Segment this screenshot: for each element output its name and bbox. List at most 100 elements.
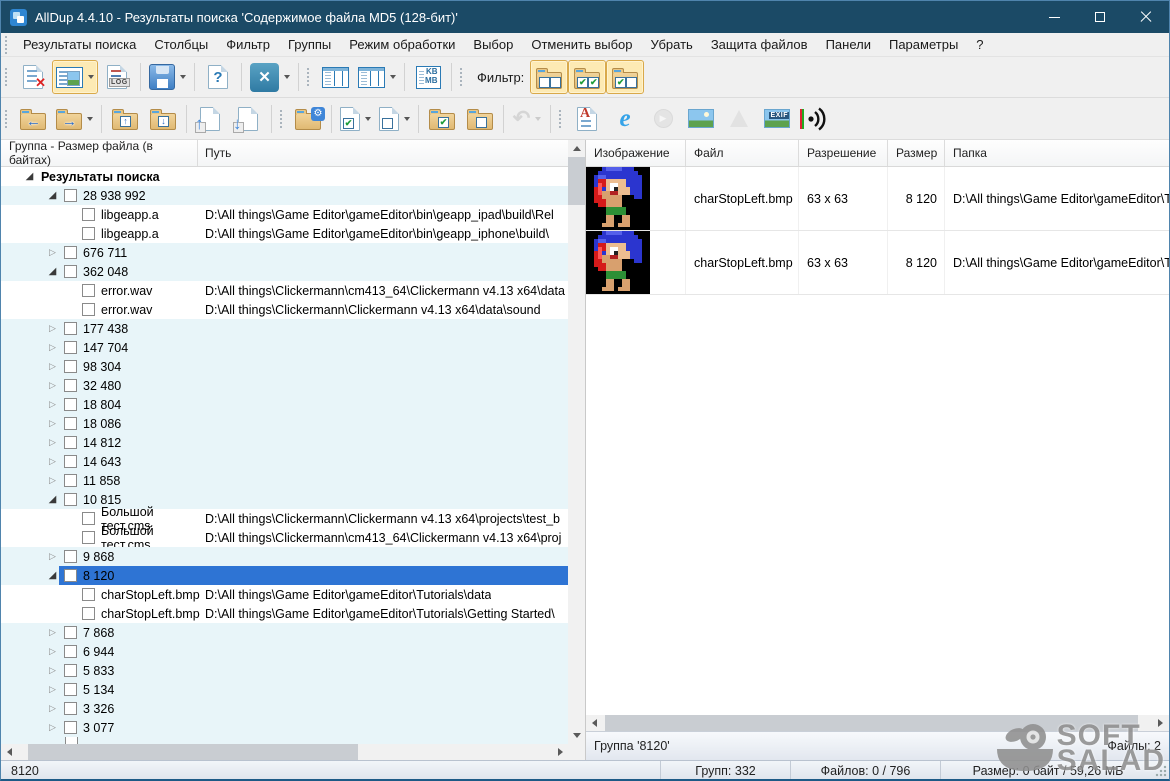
tree-expander-icon[interactable]: ◢ bbox=[46, 190, 59, 201]
text-viewer-button[interactable]: A bbox=[568, 102, 606, 136]
row-checkbox[interactable] bbox=[82, 227, 95, 240]
last-group-button[interactable]: ↓ bbox=[144, 102, 182, 136]
scrollbar-thumb[interactable] bbox=[605, 715, 1138, 731]
tree-expander-icon[interactable]: ◢ bbox=[46, 494, 59, 505]
column-header-file[interactable]: Файл bbox=[686, 140, 799, 166]
scroll-right-button[interactable] bbox=[1152, 715, 1169, 731]
tree-expander-icon[interactable]: ▷ bbox=[46, 722, 59, 733]
tree-expander-icon[interactable]: ▷ bbox=[46, 456, 59, 467]
size-format-button[interactable]: KB MB bbox=[409, 60, 447, 94]
tree-row[interactable]: ▷ 5 134 bbox=[1, 680, 568, 699]
row-checkbox[interactable] bbox=[64, 493, 77, 506]
tree-row[interactable]: libgeapp.a D:\All things\Game Editor\game… bbox=[1, 224, 568, 243]
row-checkbox[interactable] bbox=[64, 721, 77, 734]
tree-row[interactable]: Большой тест.cms D:\All things\Clickerman… bbox=[1, 505, 568, 533]
undo-button[interactable]: ↶ bbox=[508, 102, 546, 136]
column-header-size[interactable]: Размер bbox=[888, 140, 945, 166]
menu-groups[interactable]: Группы bbox=[279, 34, 340, 55]
tree-row[interactable]: ▷ 18 086 bbox=[1, 414, 568, 433]
first-group-button[interactable]: ↑ bbox=[106, 102, 144, 136]
scrollbar-thumb[interactable] bbox=[28, 744, 358, 760]
row-checkbox[interactable] bbox=[64, 189, 77, 202]
media-player-button[interactable]: ▶ bbox=[644, 102, 682, 136]
tree-row[interactable] bbox=[1, 737, 568, 744]
tree-expander-icon[interactable]: ▷ bbox=[46, 342, 59, 353]
tree-row[interactable]: ▷ 98 304 bbox=[1, 357, 568, 376]
menu-options[interactable]: Параметры bbox=[880, 34, 967, 55]
previous-group-button[interactable]: ← bbox=[14, 102, 52, 136]
next-file-button[interactable]: ↓ bbox=[229, 102, 267, 136]
exif-viewer-button[interactable]: EXIF bbox=[758, 102, 796, 136]
toggle-preview-panel-button[interactable] bbox=[52, 60, 98, 94]
row-checkbox[interactable] bbox=[64, 550, 77, 563]
tree-row[interactable]: ▷ 11 858 bbox=[1, 471, 568, 490]
row-checkbox[interactable] bbox=[64, 436, 77, 449]
row-checkbox[interactable] bbox=[82, 512, 95, 525]
tree-expander-icon[interactable]: ▷ bbox=[46, 684, 59, 695]
row-checkbox[interactable] bbox=[65, 737, 78, 744]
tree-expander-icon[interactable]: ▷ bbox=[46, 551, 59, 562]
log-button[interactable]: LOG bbox=[98, 60, 136, 94]
row-checkbox[interactable] bbox=[64, 265, 77, 278]
toolbar2-grip[interactable] bbox=[4, 109, 9, 128]
tree-row[interactable]: charStopLeft.bmp D:\All things\Game Edito… bbox=[1, 585, 568, 604]
column-header-group[interactable]: Группа - Размер файла (в байтах) bbox=[1, 139, 198, 167]
column-header-image[interactable]: Изображение bbox=[586, 140, 686, 166]
deselect-files-button[interactable] bbox=[375, 102, 414, 136]
row-checkbox[interactable] bbox=[82, 284, 95, 297]
maximize-button[interactable] bbox=[1077, 1, 1123, 33]
tree-expander-icon[interactable]: ◢ bbox=[23, 171, 36, 182]
tree-row[interactable]: ▷ 7 868 bbox=[1, 623, 568, 642]
menu-process-mode[interactable]: Режим обработки bbox=[340, 34, 464, 55]
tree-row[interactable]: ◢ 10 815 bbox=[1, 490, 568, 509]
row-checkbox[interactable] bbox=[64, 322, 77, 335]
preview-row[interactable]: charStopLeft.bmp 63 x 63 8 120 D:\All thing… bbox=[586, 231, 1169, 295]
tree-row[interactable]: error.wav D:\All things\Clickermann\cm413… bbox=[1, 281, 568, 300]
tree-expander-icon[interactable]: ▷ bbox=[46, 665, 59, 676]
tree-row[interactable]: ▷ 32 480 bbox=[1, 376, 568, 395]
filter-checked-groups-button[interactable]: ✔ ✔ bbox=[568, 60, 607, 94]
row-checkbox[interactable] bbox=[64, 683, 77, 696]
filter-show-all-groups-button[interactable] bbox=[530, 60, 569, 94]
tree-expander-icon[interactable]: ▷ bbox=[46, 323, 59, 334]
column-header-resolution[interactable]: Разрешение bbox=[799, 140, 888, 166]
row-checkbox[interactable] bbox=[82, 208, 95, 221]
tree-expander-icon[interactable]: ▷ bbox=[46, 399, 59, 410]
column-header-path[interactable]: Путь bbox=[198, 146, 568, 160]
next-group-button[interactable]: → bbox=[52, 102, 97, 136]
tree-expander-icon[interactable]: ▷ bbox=[46, 437, 59, 448]
row-checkbox[interactable] bbox=[64, 702, 77, 715]
scroll-right-button[interactable] bbox=[552, 744, 569, 760]
tree-row[interactable]: charStopLeft.bmp D:\All things\Game Edito… bbox=[1, 604, 568, 623]
tree-expander-icon[interactable]: ▷ bbox=[46, 475, 59, 486]
tree-expander-icon[interactable]: ▷ bbox=[46, 361, 59, 372]
close-search-button[interactable]: ✕ bbox=[246, 60, 294, 94]
row-checkbox[interactable] bbox=[64, 341, 77, 354]
filter-partially-checked-button[interactable]: ✔ bbox=[606, 60, 645, 94]
help-button[interactable]: ? bbox=[199, 60, 237, 94]
tree-expander-icon[interactable]: ▷ bbox=[46, 703, 59, 714]
tree-row[interactable]: error.wav D:\All things\Clickermann\Click… bbox=[1, 300, 568, 319]
columns-autosize-button[interactable] bbox=[354, 60, 400, 94]
tree-expander-icon[interactable]: ▷ bbox=[46, 418, 59, 429]
toolbar-filter-grip[interactable] bbox=[459, 68, 464, 86]
toolbar1-grip[interactable] bbox=[4, 68, 9, 86]
tree-row[interactable]: ▷ 5 833 bbox=[1, 661, 568, 680]
row-checkbox[interactable] bbox=[64, 417, 77, 430]
toolbar-select-grip[interactable] bbox=[279, 109, 284, 128]
row-checkbox[interactable] bbox=[64, 569, 77, 582]
menu-select[interactable]: Выбор bbox=[464, 34, 522, 55]
deselect-folder-button[interactable] bbox=[461, 102, 499, 136]
image-viewer-button[interactable] bbox=[682, 102, 720, 136]
menu-search-results[interactable]: Результаты поиска bbox=[14, 34, 145, 55]
resize-grip[interactable] bbox=[1155, 764, 1167, 777]
row-checkbox[interactable] bbox=[64, 626, 77, 639]
select-files-button[interactable]: ✔ bbox=[336, 102, 375, 136]
tree-row[interactable]: libgeapp.a D:\All things\Game Editor\game… bbox=[1, 205, 568, 224]
menu-panels[interactable]: Панели bbox=[817, 34, 880, 55]
menu-help[interactable]: ? bbox=[967, 34, 992, 55]
select-folder-button[interactable]: ✔ bbox=[423, 102, 461, 136]
preview-row[interactable]: charStopLeft.bmp 63 x 63 8 120 D:\All thing… bbox=[586, 167, 1169, 231]
column-header-folder[interactable]: Папка bbox=[945, 140, 1169, 166]
tree-row[interactable]: ◢ 362 048 bbox=[1, 262, 568, 281]
